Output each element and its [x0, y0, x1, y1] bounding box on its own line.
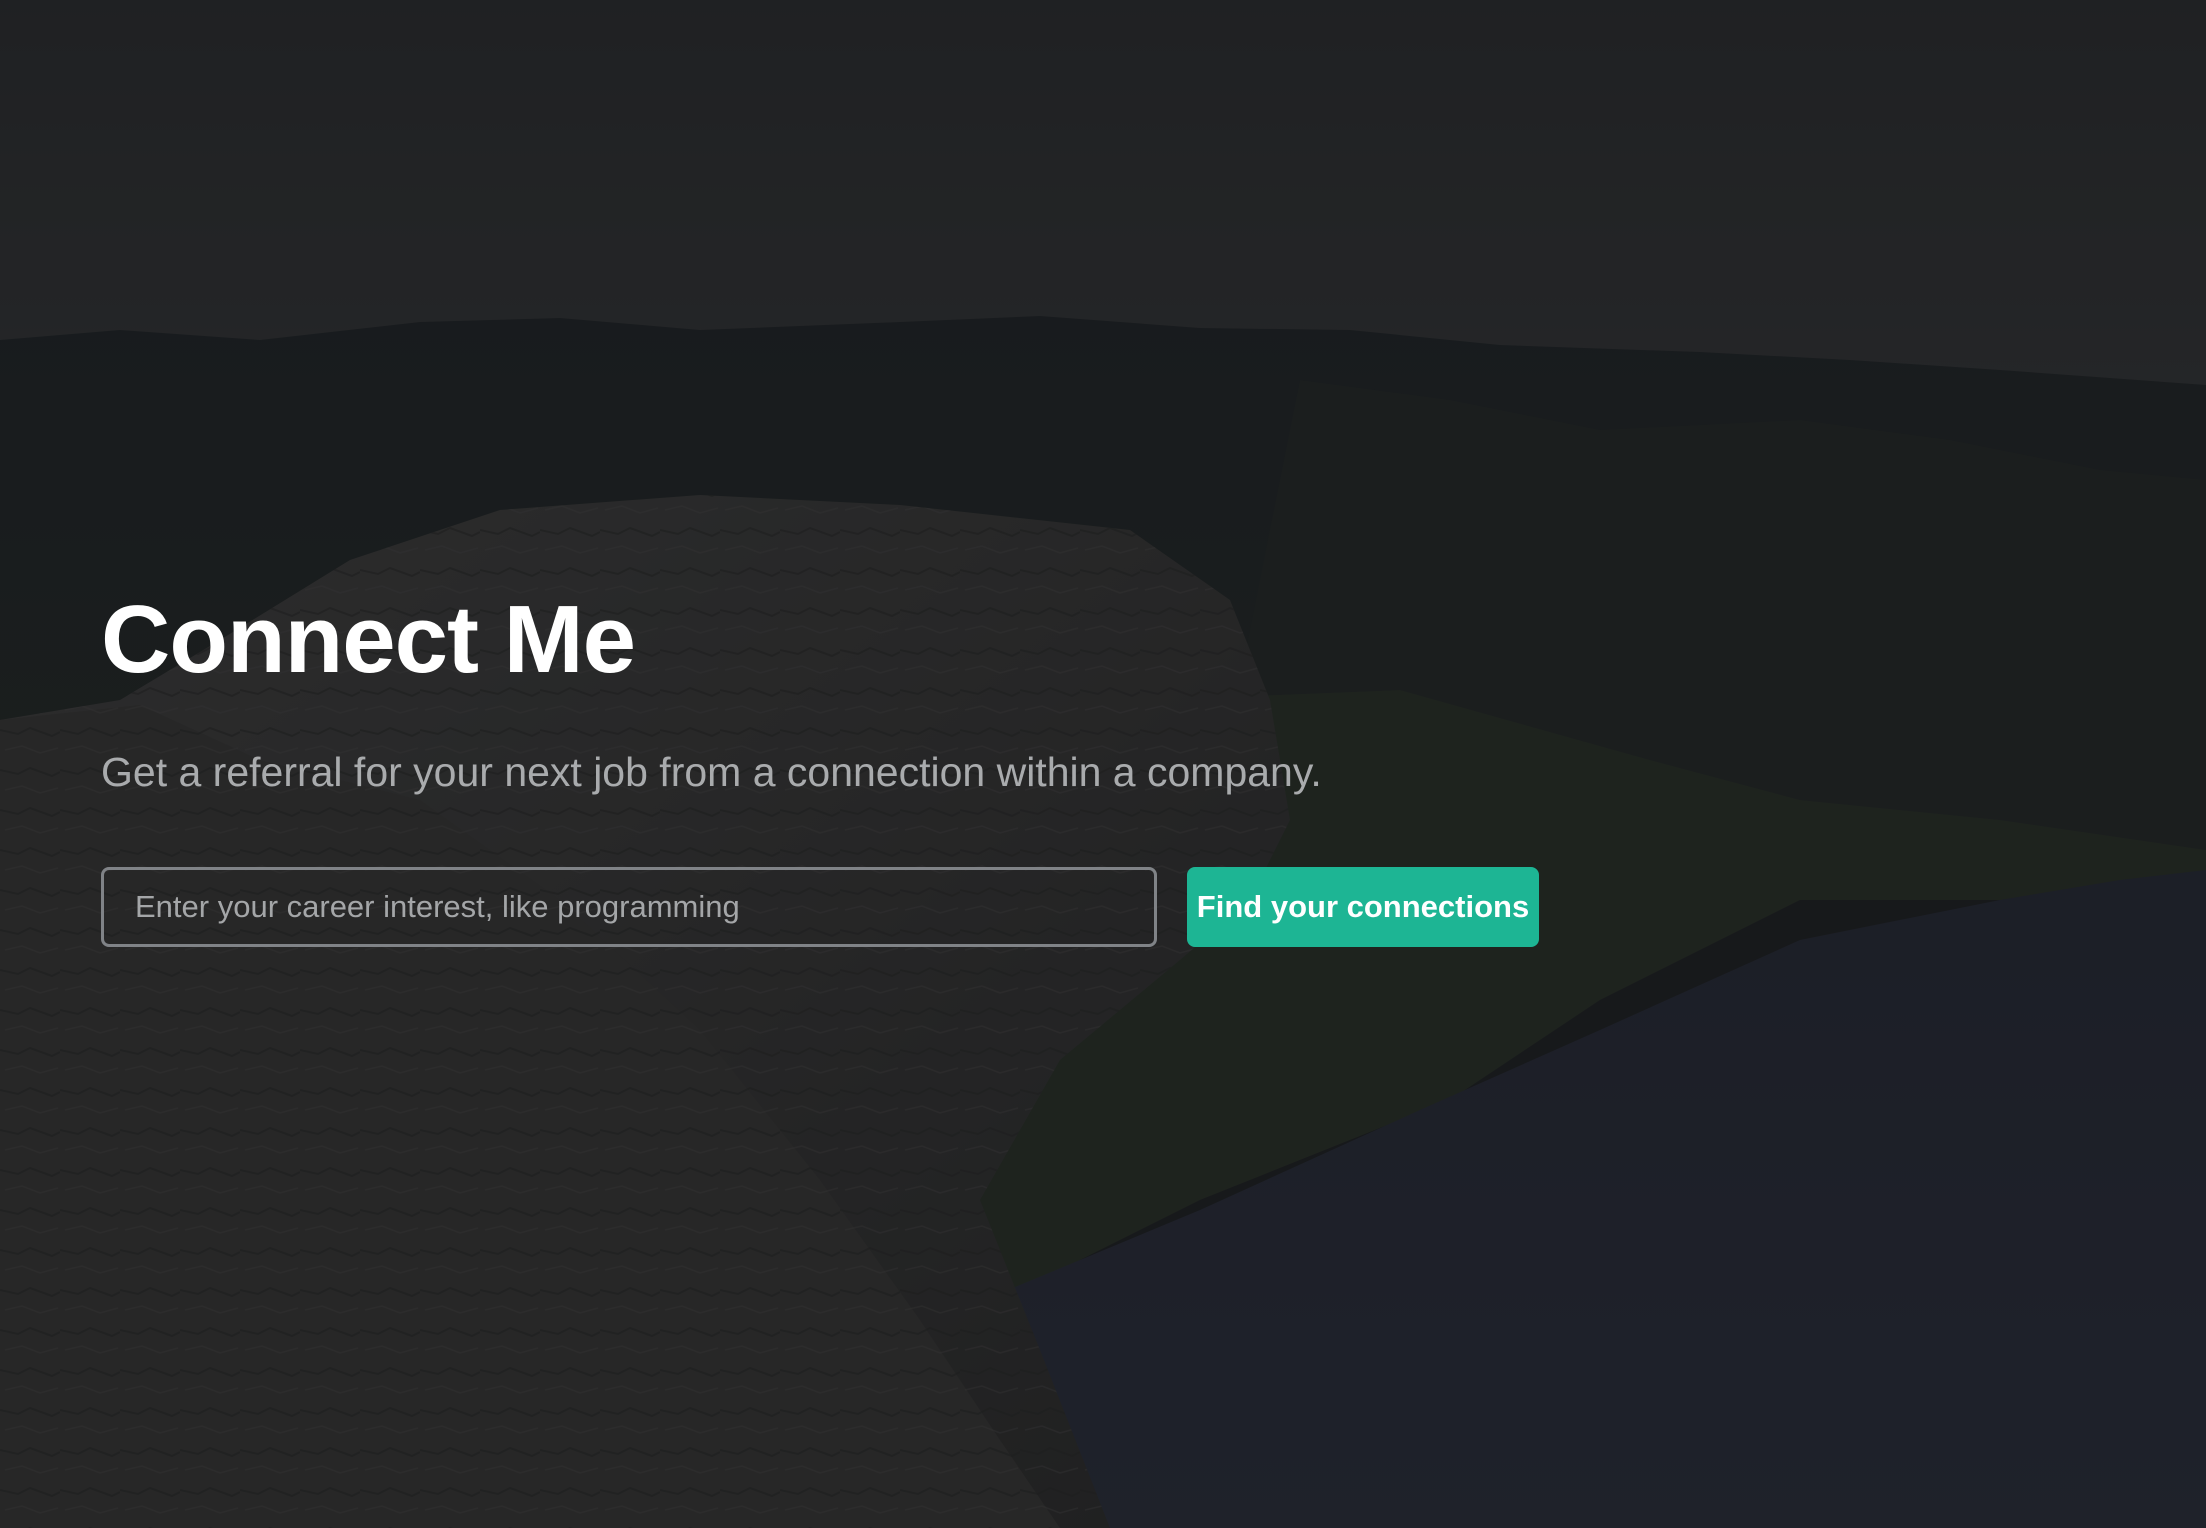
page-title: Connect Me	[101, 586, 636, 693]
hero-section: Connect Me Get a referral for your next …	[0, 0, 2206, 1528]
career-interest-input[interactable]	[101, 867, 1157, 947]
find-connections-button[interactable]: Find your connections	[1187, 867, 1539, 947]
search-form: Find your connections	[101, 867, 1701, 947]
hero-content: Connect Me Get a referral for your next …	[101, 585, 1701, 947]
hero-subtitle: Get a referral for your next job from a …	[101, 749, 1322, 795]
